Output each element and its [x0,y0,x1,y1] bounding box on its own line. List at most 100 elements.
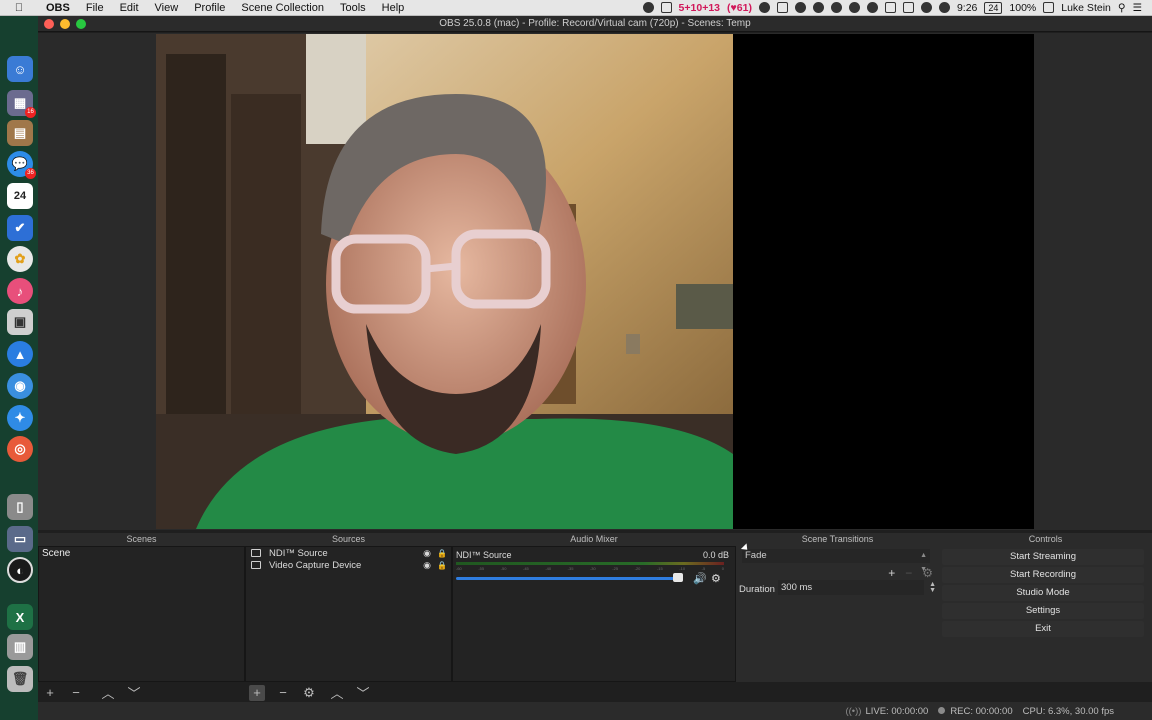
battery-percent[interactable]: 100% [1009,2,1036,14]
keyboard-icon[interactable] [884,2,896,13]
meter-tick: -35 [567,566,574,571]
launchpad-icon[interactable]: ▦ 16 [7,90,36,118]
start-streaming-button[interactable]: Start Streaming [942,549,1144,565]
visibility-eye-icon[interactable]: ◉ [423,548,431,559]
remove-transition-icon[interactable]: − [905,566,912,580]
remove-scene-icon[interactable]: − [68,685,84,701]
preview-canvas[interactable] [156,34,1034,529]
cpu-fps: CPU: 6.3%, 30.00 fps [1022,705,1114,717]
duration-input[interactable]: 300 ms [778,580,924,595]
dropbox-icon[interactable] [758,2,770,13]
circle-icon[interactable] [794,2,806,13]
start-recording-button[interactable]: Start Recording [942,567,1144,583]
apple-menu-icon[interactable]:  [0,2,38,14]
calendar-icon[interactable]: 24 [7,183,33,209]
source-row[interactable]: Video Capture Device ◉ 🔒 [251,559,447,571]
menu-time[interactable]: 9:26 [957,2,977,14]
volume-meter [456,562,724,565]
chrome-icon[interactable]: ◎ [7,436,33,462]
duration-stepper-icon[interactable]: ▲ ▼ [929,581,936,594]
menu-scene-collection[interactable]: Scene Collection [233,0,332,16]
wifi-icon[interactable] [920,2,932,13]
excel-icon[interactable]: X [7,604,33,630]
obs-dock-icon[interactable]: ◐ [7,557,33,583]
photos-icon[interactable]: ✿ [7,246,33,272]
scenes-list[interactable]: Scene [38,546,245,682]
live-broadcast-icon: ((•)) [845,705,862,717]
lock-icon[interactable]: 🔒 [437,549,447,558]
transition-select[interactable]: Fade ▲ ▼ [742,549,930,573]
move-scene-up-icon[interactable]: ︿ [100,685,116,701]
studio-mode-button[interactable]: Studio Mode [942,585,1144,601]
menu-status-area: 5+10+13 (♥61) 9:26 24 100% Luke Stein ⚲ … [642,1,1152,14]
source-properties-gear-icon[interactable]: ⚙ [301,685,317,701]
finder-icon[interactable]: ☺ [7,56,33,82]
volume-icon[interactable] [938,2,950,13]
rec-time: REC: 00:00:00 [950,705,1013,717]
obs-status-icon[interactable] [642,2,654,13]
remove-source-icon[interactable]: − [275,685,291,701]
scene-item[interactable]: Scene [42,548,70,559]
menu-edit[interactable]: Edit [112,0,147,16]
preview-area[interactable] [38,33,1152,530]
globe-icon[interactable] [866,2,878,13]
vpn-icon[interactable] [812,2,824,13]
add-transition-icon[interactable]: + [888,566,895,580]
transition-gear-icon[interactable]: ⚙ [922,566,933,580]
speaker-mute-icon[interactable]: 🔊 [693,572,707,585]
menu-file[interactable]: File [78,0,112,16]
mixer-gear-icon[interactable]: ⚙ [711,572,721,585]
add-source-icon[interactable]: + [249,684,265,701]
notes-app-icon[interactable]: ▤ [7,120,33,146]
trash-icon[interactable]: 🗑 [7,666,33,692]
menu-tools[interactable]: Tools [332,0,374,16]
menu-help[interactable]: Help [374,0,413,16]
tweetbot-icon[interactable]: ◉ [7,373,33,399]
volume-fader-track[interactable] [456,577,678,580]
scripts-icon[interactable]: ▯ [7,494,33,520]
move-source-up-icon[interactable]: ︿ [329,685,345,701]
exit-button[interactable]: Exit [942,621,1144,637]
volume-fader-handle[interactable] [673,573,683,582]
user-name[interactable]: Luke Stein [1061,2,1111,14]
twitter-icon[interactable] [660,2,672,13]
tasks-icon[interactable]: ✔ [7,215,33,241]
rec-status: REC: 00:00:00 [938,705,1013,717]
sync-icon[interactable] [848,2,860,13]
navigation-icon[interactable]: ▲ [7,341,33,367]
cloud-icon[interactable] [830,2,842,13]
visibility-eye-icon[interactable]: ◉ [423,560,431,571]
meter-tick: -50 [500,566,507,571]
hearts-count[interactable]: (♥61) [727,2,752,14]
battery-icon[interactable] [1043,2,1055,13]
minimize-window-icon[interactable] [60,19,70,29]
sources-list[interactable]: NDI™ Source ◉ 🔒 Video Capture Device ◉ 🔒 [245,546,452,682]
move-source-down-icon[interactable]: ﹀ [355,685,371,701]
status-bar: ((•)) LIVE: 00:00:00 REC: 00:00:00 CPU: 6… [38,702,1152,720]
box-icon[interactable] [902,2,914,13]
lock-icon[interactable]: 🔒 [437,561,447,570]
meter-tick: -20 [634,566,641,571]
messages-icon[interactable]: 💬 36 [7,151,36,179]
menu-app-name[interactable]: OBS [38,0,78,16]
settings-button[interactable]: Settings [942,603,1144,619]
menu-view[interactable]: View [147,0,187,16]
close-window-icon[interactable] [44,19,54,29]
source-row[interactable]: NDI™ Source ◉ 🔒 [251,547,447,559]
screen-capture-icon[interactable]: ▭ [7,526,33,552]
music-icon[interactable]: ♪ [7,278,33,304]
safari-icon[interactable]: ✦ [7,405,33,431]
display-number[interactable]: 24 [984,1,1003,14]
printer-icon[interactable]: ▥ [7,634,33,660]
add-scene-icon[interactable]: + [42,685,58,701]
messages-count[interactable]: 5+10+13 [679,2,720,14]
zoom-window-icon[interactable] [76,19,86,29]
notification-center-icon[interactable]: ☰ [1133,2,1142,14]
source-name: Video Capture Device [269,559,362,571]
search-icon[interactable]: ⚲ [1118,2,1126,14]
cast-icon[interactable] [776,2,788,13]
audio-mixer-panel: NDI™ Source 0.0 dB -60 -55 -50 -45 -40 -… [452,546,736,682]
preview-icon[interactable]: ▣ [7,309,33,335]
move-scene-down-icon[interactable]: ﹀ [126,685,142,701]
menu-profile[interactable]: Profile [186,0,233,16]
